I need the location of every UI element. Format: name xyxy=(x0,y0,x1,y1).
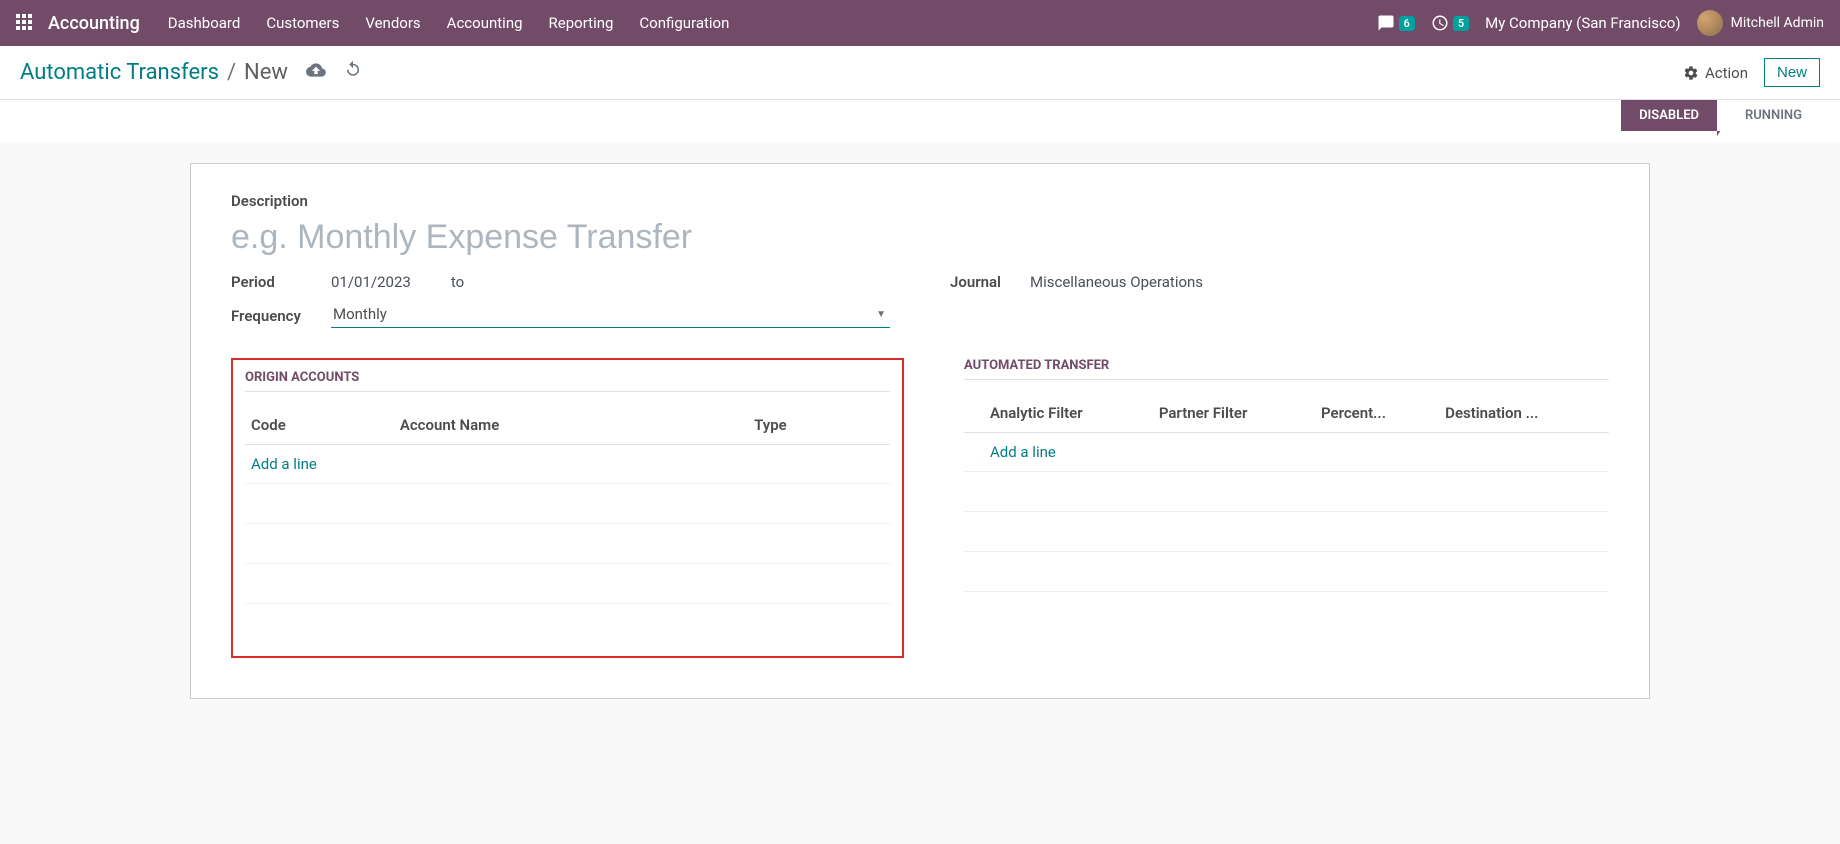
breadcrumb: Automatic Transfers / New xyxy=(20,60,288,85)
automated-transfer-section: AUTOMATED TRANSFER Analytic Filter Partn… xyxy=(964,358,1609,658)
form-col-right: Journal Miscellaneous Operations xyxy=(950,273,1609,340)
tables-row: ORIGIN ACCOUNTS Code Account Name Type A… xyxy=(231,358,1609,658)
table-row: Add a line xyxy=(964,433,1609,472)
form-row-1: Period 01/01/2023 to Frequency Monthly ▼… xyxy=(231,273,1609,340)
frequency-line: Frequency Monthly ▼ xyxy=(231,303,890,328)
chevron-down-icon: ▼ xyxy=(876,309,886,320)
cloud-save-icon[interactable] xyxy=(306,60,326,85)
nav-dashboard[interactable]: Dashboard xyxy=(168,14,241,32)
breadcrumb-root[interactable]: Automatic Transfers xyxy=(20,60,219,85)
control-bar-icons xyxy=(306,60,362,85)
gear-icon xyxy=(1683,65,1699,81)
origin-accounts-title: ORIGIN ACCOUNTS xyxy=(245,370,890,392)
breadcrumb-separator: / xyxy=(227,60,236,85)
messages-button[interactable]: 6 xyxy=(1377,14,1415,32)
nav-accounting[interactable]: Accounting xyxy=(447,14,523,32)
description-label: Description xyxy=(231,192,1609,210)
action-label: Action xyxy=(1705,64,1748,82)
activities-button[interactable]: 5 xyxy=(1431,14,1469,32)
table-row: Add a line xyxy=(245,445,890,484)
automated-transfer-title: AUTOMATED TRANSFER xyxy=(964,358,1609,380)
top-nav: Accounting Dashboard Customers Vendors A… xyxy=(0,0,1840,46)
table-row xyxy=(964,512,1609,552)
activities-badge: 5 xyxy=(1453,16,1469,31)
control-bar: Automatic Transfers / New Action New xyxy=(0,46,1840,100)
apps-icon[interactable] xyxy=(16,14,34,32)
transfer-col-partner: Partner Filter xyxy=(1153,394,1315,433)
company-switcher[interactable]: My Company (San Francisco) xyxy=(1485,14,1680,32)
nav-configuration[interactable]: Configuration xyxy=(639,14,729,32)
status-running[interactable]: RUNNING xyxy=(1717,100,1820,131)
origin-add-line[interactable]: Add a line xyxy=(251,455,317,473)
new-button[interactable]: New xyxy=(1764,58,1820,87)
table-row xyxy=(964,472,1609,512)
transfer-col-percent: Percent... xyxy=(1315,394,1439,433)
period-label: Period xyxy=(231,273,331,291)
nav-customers[interactable]: Customers xyxy=(266,14,339,32)
nav-links: Dashboard Customers Vendors Accounting R… xyxy=(168,14,730,32)
clock-icon xyxy=(1431,14,1449,32)
user-name: Mitchell Admin xyxy=(1731,15,1824,31)
journal-value[interactable]: Miscellaneous Operations xyxy=(1030,273,1203,291)
table-row xyxy=(245,484,890,524)
table-row xyxy=(245,524,890,564)
user-menu[interactable]: Mitchell Admin xyxy=(1697,10,1824,36)
drag-handle-col xyxy=(964,394,984,433)
frequency-select[interactable]: Monthly ▼ xyxy=(331,303,890,328)
transfer-add-line[interactable]: Add a line xyxy=(990,443,1056,461)
control-bar-right: Action New xyxy=(1683,58,1820,87)
status-bar: DISABLED RUNNING xyxy=(1621,100,1820,131)
table-row xyxy=(964,552,1609,592)
app-brand[interactable]: Accounting xyxy=(48,13,140,34)
avatar xyxy=(1697,10,1723,36)
frequency-label: Frequency xyxy=(231,307,331,325)
period-line: Period 01/01/2023 to xyxy=(231,273,890,291)
transfer-col-destination: Destination ... xyxy=(1439,394,1609,433)
period-to: to xyxy=(451,273,464,291)
nav-right: 6 5 My Company (San Francisco) Mitchell … xyxy=(1377,10,1824,36)
nav-vendors[interactable]: Vendors xyxy=(365,14,420,32)
origin-accounts-section: ORIGIN ACCOUNTS Code Account Name Type A… xyxy=(231,358,904,658)
origin-col-type: Type xyxy=(748,406,890,445)
period-group: 01/01/2023 to xyxy=(331,273,464,291)
nav-reporting[interactable]: Reporting xyxy=(549,14,614,32)
chat-icon xyxy=(1377,14,1395,32)
journal-line: Journal Miscellaneous Operations xyxy=(950,273,1609,291)
origin-col-code: Code xyxy=(245,406,394,445)
status-disabled[interactable]: DISABLED xyxy=(1621,100,1717,131)
journal-label: Journal xyxy=(950,273,1030,291)
status-row: DISABLED RUNNING xyxy=(0,100,1840,143)
period-start[interactable]: 01/01/2023 xyxy=(331,273,411,291)
breadcrumb-current: New xyxy=(244,60,288,85)
origin-col-name: Account Name xyxy=(394,406,748,445)
table-row xyxy=(245,564,890,604)
form-col-left: Period 01/01/2023 to Frequency Monthly ▼ xyxy=(231,273,890,340)
frequency-value: Monthly xyxy=(333,305,387,323)
discard-icon[interactable] xyxy=(344,60,362,85)
form-sheet: Description Period 01/01/2023 to Frequen… xyxy=(190,163,1650,699)
description-input[interactable] xyxy=(231,214,1609,273)
origin-accounts-table: Code Account Name Type Add a line xyxy=(245,406,890,604)
messages-badge: 6 xyxy=(1399,16,1415,31)
automated-transfer-table: Analytic Filter Partner Filter Percent..… xyxy=(964,394,1609,592)
action-button[interactable]: Action xyxy=(1683,64,1748,82)
transfer-col-analytic: Analytic Filter xyxy=(984,394,1153,433)
